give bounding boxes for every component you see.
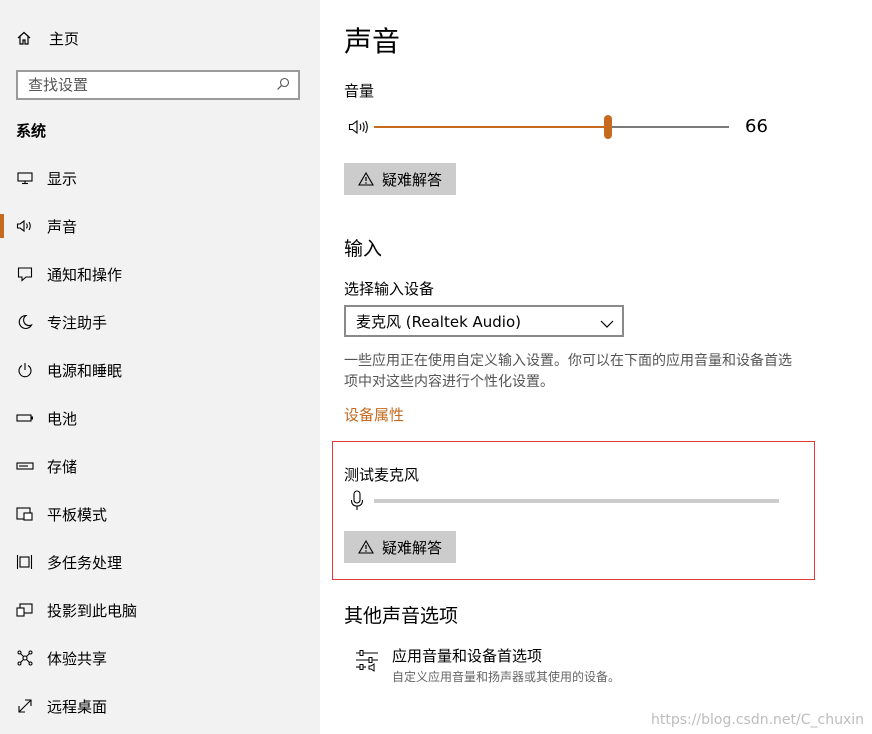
battery-icon — [16, 409, 34, 427]
app-volume-preferences-item[interactable]: 应用音量和设备首选项 自定义应用音量和扬声器或其使用的设备。 — [354, 645, 620, 685]
troubleshoot-button[interactable]: 疑难解答 — [344, 163, 456, 195]
warning-icon — [358, 172, 374, 186]
microphone-level-bar — [374, 499, 779, 503]
sidebar-item-focus-assist[interactable]: 专注助手 — [0, 298, 320, 346]
sidebar-item-storage[interactable]: 存储 — [0, 442, 320, 490]
monitor-icon — [16, 169, 34, 187]
speaker-icon[interactable] — [348, 119, 370, 139]
device-properties-link[interactable]: 设备属性 — [344, 404, 404, 425]
sidebar-item-label: 存储 — [47, 457, 78, 476]
chevron-down-icon — [600, 315, 614, 333]
sidebar-item-label: 平板模式 — [47, 505, 108, 524]
input-description: 一些应用正在使用自定义输入设置。你可以在下面的应用音量和设备首选项中对这些内容进… — [344, 353, 792, 390]
volume-slider-row: 66 — [344, 114, 784, 140]
sidebar-item-notifications[interactable]: 通知和操作 — [0, 250, 320, 298]
warning-icon — [358, 540, 374, 554]
storage-icon — [16, 457, 34, 475]
microphone-level-row — [344, 490, 784, 512]
volume-slider-fill — [374, 126, 609, 128]
volume-slider-thumb[interactable] — [604, 115, 613, 139]
sidebar-item-label: 远程桌面 — [47, 697, 108, 716]
sidebar-item-sound[interactable]: 声音 — [0, 202, 320, 250]
sidebar: 主页 系统 显示 声音 通知和操作 — [0, 0, 320, 734]
share-icon — [16, 649, 34, 667]
power-icon — [16, 361, 34, 379]
troubleshoot-label: 疑难解答 — [381, 170, 442, 189]
sidebar-item-label: 电源和睡眠 — [47, 361, 123, 380]
sidebar-item-shared-experiences[interactable]: 体验共享 — [0, 634, 320, 682]
test-microphone-label: 测试麦克风 — [344, 466, 420, 484]
sidebar-item-label: 体验共享 — [47, 649, 108, 668]
volume-value: 66 — [745, 116, 768, 137]
mixer-icon — [354, 647, 382, 675]
watermark: https://blog.csdn.net/C_chuxin — [650, 712, 864, 728]
sidebar-item-display[interactable]: 显示 — [0, 154, 320, 202]
home-label: 主页 — [49, 29, 80, 48]
speaker-icon — [16, 217, 34, 235]
project-icon — [16, 601, 34, 619]
volume-slider[interactable] — [374, 115, 729, 139]
moon-icon — [16, 313, 34, 331]
sidebar-item-multitasking[interactable]: 多任务处理 — [0, 538, 320, 586]
other-sound-options-title: 其他声音选项 — [344, 605, 459, 627]
app-volume-title: 应用音量和设备首选项 — [392, 647, 543, 665]
input-device-label: 选择输入设备 — [344, 280, 435, 298]
sidebar-item-label: 电池 — [47, 409, 78, 428]
sidebar-item-label: 投影到此电脑 — [47, 601, 138, 620]
microphone-icon — [350, 490, 364, 516]
sidebar-item-tablet-mode[interactable]: 平板模式 — [0, 490, 320, 538]
sidebar-item-label: 多任务处理 — [47, 553, 123, 572]
sidebar-item-label: 显示 — [47, 169, 78, 188]
home-nav-item[interactable]: 主页 — [16, 26, 79, 50]
app-volume-subtitle: 自定义应用音量和扬声器或其使用的设备。 — [392, 670, 621, 684]
notification-icon — [16, 265, 34, 283]
sidebar-group-label: 系统 — [16, 122, 47, 140]
input-device-select[interactable]: 麦克风 (Realtek Audio) — [344, 305, 624, 337]
remote-icon — [16, 697, 34, 715]
tablet-icon — [16, 505, 34, 523]
search-icon[interactable] — [276, 76, 290, 95]
sidebar-item-label: 通知和操作 — [47, 265, 123, 284]
troubleshoot-label: 疑难解答 — [381, 538, 442, 557]
search-input[interactable] — [26, 75, 276, 95]
sidebar-nav: 显示 声音 通知和操作 专注助手 电源和睡眠 电池 存储 平板模式 多任务处理 … — [0, 154, 320, 730]
input-device-value: 麦克风 (Realtek Audio) — [356, 312, 522, 331]
volume-label: 音量 — [344, 82, 375, 100]
sidebar-item-project-to-pc[interactable]: 投影到此电脑 — [0, 586, 320, 634]
sidebar-item-battery[interactable]: 电池 — [0, 394, 320, 442]
sidebar-item-remote-desktop[interactable]: 远程桌面 — [0, 682, 320, 730]
page-title: 声音 — [344, 25, 401, 58]
sidebar-item-label: 专注助手 — [47, 313, 108, 332]
multitask-icon — [16, 553, 34, 571]
home-icon — [16, 29, 34, 47]
sidebar-item-power-sleep[interactable]: 电源和睡眠 — [0, 346, 320, 394]
sidebar-item-label: 声音 — [47, 217, 78, 236]
search-box[interactable] — [16, 70, 300, 100]
input-section-title: 输入 — [344, 238, 383, 260]
troubleshoot-mic-button[interactable]: 疑难解答 — [344, 531, 456, 563]
